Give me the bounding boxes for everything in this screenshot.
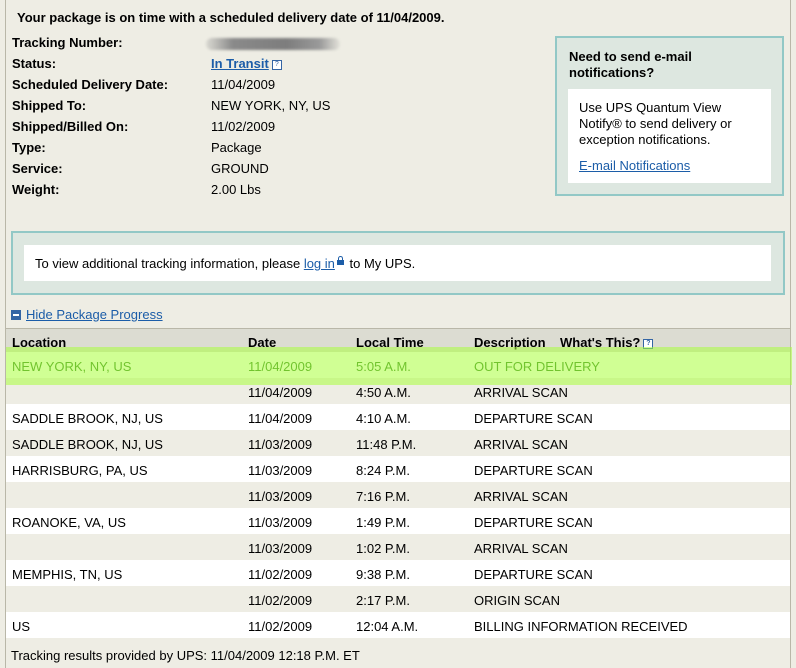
info-label: Shipped/Billed On: bbox=[12, 119, 129, 134]
info-value: 2.00 Lbs bbox=[211, 182, 261, 197]
cell-description: OUT FOR DELIVERY bbox=[474, 359, 600, 374]
help-icon[interactable]: ? bbox=[643, 338, 654, 349]
cell-date: 11/03/2009 bbox=[248, 463, 313, 478]
info-label: Weight: bbox=[12, 182, 60, 197]
cell-time: 11:48 P.M. bbox=[356, 437, 417, 452]
status-link[interactable]: In Transit bbox=[211, 56, 269, 71]
notify-title: Need to send e-mail notifications? bbox=[569, 49, 692, 80]
cell-time: 5:05 A.M. bbox=[356, 359, 411, 374]
cell-date: 11/02/2009 bbox=[248, 567, 313, 582]
cell-description: BILLING INFORMATION RECEIVED bbox=[474, 619, 688, 634]
cell-location: ROANOKE, VA, US bbox=[12, 515, 126, 530]
table-row: SADDLE BROOK, NJ, US 11/04/2009 4:10 A.M… bbox=[6, 404, 790, 430]
info-label: Status: bbox=[12, 56, 57, 71]
info-label: Service: bbox=[12, 161, 63, 176]
cell-location: HARRISBURG, PA, US bbox=[12, 463, 148, 478]
cell-description: DEPARTURE SCAN bbox=[474, 411, 593, 426]
info-value: 11/04/2009 bbox=[211, 77, 276, 92]
table-row: US 11/02/2009 12:04 A.M. BILLING INFORMA… bbox=[6, 612, 790, 638]
collapse-icon[interactable] bbox=[11, 310, 21, 320]
table-row: 11/03/2009 1:02 P.M. ARRIVAL SCAN bbox=[6, 534, 790, 560]
cell-date: 11/03/2009 bbox=[248, 541, 313, 556]
header-location: Location bbox=[12, 335, 67, 350]
info-value: 11/02/2009 bbox=[211, 119, 276, 134]
cell-location: SADDLE BROOK, NJ, US bbox=[12, 437, 163, 452]
info-value: Package bbox=[211, 140, 262, 155]
table-header: Location Date Local Time Description Wha… bbox=[6, 329, 790, 352]
cell-time: 4:50 A.M. bbox=[356, 385, 411, 400]
cell-time: 8:24 P.M. bbox=[356, 463, 410, 478]
cell-time: 1:49 P.M. bbox=[356, 515, 410, 530]
cell-date: 11/02/2009 bbox=[248, 593, 313, 608]
cell-location: MEMPHIS, TN, US bbox=[12, 567, 123, 582]
cell-date: 11/02/2009 bbox=[248, 619, 313, 634]
header-date: Date bbox=[248, 335, 277, 350]
cell-description: ARRIVAL SCAN bbox=[474, 489, 568, 504]
login-text-after: to My UPS. bbox=[345, 256, 416, 271]
email-notifications-link[interactable]: E-mail Notifications bbox=[579, 158, 690, 173]
help-icon[interactable]: ? bbox=[271, 59, 282, 70]
cell-time: 7:16 P.M. bbox=[356, 489, 410, 504]
table-row: 11/03/2009 7:16 P.M. ARRIVAL SCAN bbox=[6, 482, 790, 508]
hide-progress-link[interactable]: Hide Package Progress bbox=[26, 307, 163, 322]
header-whats-this[interactable]: What's This?? bbox=[560, 335, 654, 350]
frame-border-right bbox=[790, 0, 791, 668]
info-value: NEW YORK, NY, US bbox=[211, 98, 331, 113]
cell-description: ORIGIN SCAN bbox=[474, 593, 560, 608]
header-description: Description bbox=[474, 335, 546, 350]
table-row: 11/04/2009 4:50 A.M. ARRIVAL SCAN bbox=[6, 378, 790, 404]
cell-time: 2:17 P.M. bbox=[356, 593, 410, 608]
package-progress-table: Location Date Local Time Description Wha… bbox=[6, 328, 790, 642]
info-label: Shipped To: bbox=[12, 98, 87, 113]
whats-this-label[interactable]: What's This? bbox=[560, 335, 640, 350]
login-text-before: To view additional tracking information,… bbox=[35, 256, 304, 271]
cell-date: 11/03/2009 bbox=[248, 489, 313, 504]
redacted-tracking-number bbox=[206, 38, 340, 50]
tracking-page: Your package is on time with a scheduled… bbox=[0, 0, 796, 668]
info-label: Scheduled Delivery Date: bbox=[12, 77, 169, 92]
hide-progress-toggle[interactable]: Hide Package Progress bbox=[11, 307, 163, 322]
table-row: 11/02/2009 2:17 P.M. ORIGIN SCAN bbox=[6, 586, 790, 612]
lock-icon bbox=[336, 256, 344, 267]
login-prompt-box: To view additional tracking information,… bbox=[11, 231, 785, 295]
info-value: GROUND bbox=[211, 161, 269, 176]
notify-panel: Use UPS Quantum View Notify® to send del… bbox=[568, 89, 771, 183]
info-label: Type: bbox=[12, 140, 46, 155]
delivery-headline: Your package is on time with a scheduled… bbox=[17, 10, 445, 25]
login-panel: To view additional tracking information,… bbox=[24, 245, 771, 281]
table-row: ROANOKE, VA, US 11/03/2009 1:49 P.M. DEP… bbox=[6, 508, 790, 534]
table-row: SADDLE BROOK, NJ, US 11/03/2009 11:48 P.… bbox=[6, 430, 790, 456]
cell-date: 11/03/2009 bbox=[248, 515, 313, 530]
notify-text: Use UPS Quantum View Notify® to send del… bbox=[579, 100, 732, 147]
table-row: MEMPHIS, TN, US 11/02/2009 9:38 P.M. DEP… bbox=[6, 560, 790, 586]
cell-description: DEPARTURE SCAN bbox=[474, 515, 593, 530]
table-row: NEW YORK, NY, US 11/04/2009 5:05 A.M. OU… bbox=[6, 352, 790, 378]
cell-location: SADDLE BROOK, NJ, US bbox=[12, 411, 163, 426]
cell-time: 4:10 A.M. bbox=[356, 411, 411, 426]
cell-time: 12:04 A.M. bbox=[356, 619, 419, 634]
email-notification-box: Need to send e-mail notifications? Use U… bbox=[555, 36, 784, 196]
login-message: To view additional tracking information,… bbox=[35, 256, 415, 271]
cell-time: 9:38 P.M. bbox=[356, 567, 410, 582]
cell-location: NEW YORK, NY, US bbox=[12, 359, 132, 374]
cell-description: ARRIVAL SCAN bbox=[474, 541, 568, 556]
cell-description: DEPARTURE SCAN bbox=[474, 567, 593, 582]
info-label: Tracking Number: bbox=[12, 35, 123, 50]
cell-location: US bbox=[12, 619, 31, 634]
cell-date: 11/04/2009 bbox=[248, 385, 313, 400]
header-local-time: Local Time bbox=[356, 335, 424, 350]
cell-date: 11/04/2009 bbox=[248, 359, 313, 374]
login-link[interactable]: log in bbox=[304, 256, 335, 271]
table-row: HARRISBURG, PA, US 11/03/2009 8:24 P.M. … bbox=[6, 456, 790, 482]
cell-date: 11/04/2009 bbox=[248, 411, 313, 426]
cell-description: ARRIVAL SCAN bbox=[474, 385, 568, 400]
cell-description: DEPARTURE SCAN bbox=[474, 463, 593, 478]
cell-date: 11/03/2009 bbox=[248, 437, 313, 452]
status-value: In Transit? bbox=[211, 56, 282, 71]
cell-time: 1:02 P.M. bbox=[356, 541, 410, 556]
cell-description: ARRIVAL SCAN bbox=[474, 437, 568, 452]
tracking-footer: Tracking results provided by UPS: 11/04/… bbox=[11, 648, 360, 663]
